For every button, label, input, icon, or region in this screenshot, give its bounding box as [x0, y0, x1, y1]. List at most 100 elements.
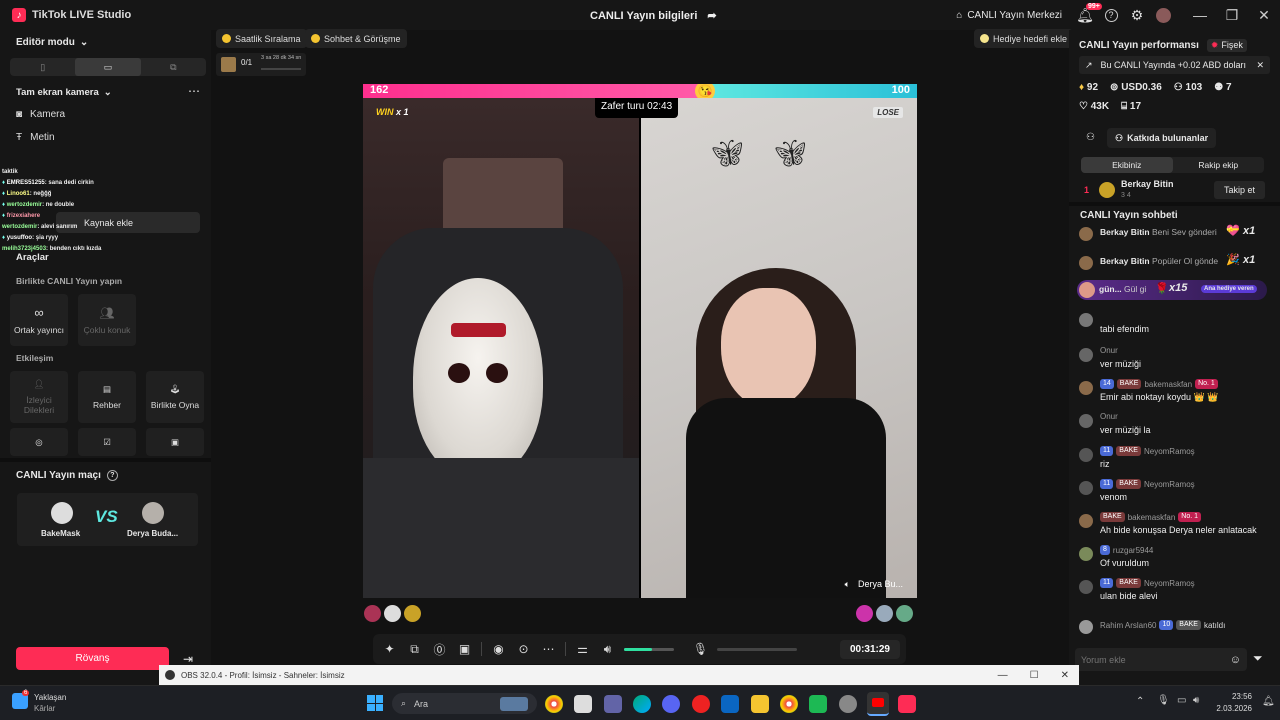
- ai-button[interactable]: ⓪: [427, 641, 452, 658]
- gifter-avatar[interactable]: [856, 605, 873, 622]
- obs-window-controls: — ☐ ✕: [998, 670, 1069, 681]
- speaker-volume-slider[interactable]: [624, 647, 674, 651]
- landscape-option[interactable]: ▭: [75, 58, 141, 76]
- gift-count: x15: [1169, 282, 1188, 294]
- speaker-button[interactable]: 🔊︎: [595, 642, 620, 657]
- profile-button[interactable]: [1150, 2, 1176, 28]
- settings-button[interactable]: ⚙: [1124, 2, 1150, 28]
- audio-settings-button[interactable]: ⚌: [570, 642, 595, 656]
- tool-tile-5[interactable]: ☑: [78, 428, 136, 456]
- follow-button[interactable]: Takip et: [1214, 181, 1266, 199]
- tab-your-team[interactable]: Ekibiniz: [1081, 157, 1173, 173]
- portrait-option[interactable]: ▯: [10, 58, 75, 76]
- chrome-profile-icon[interactable]: [780, 695, 798, 713]
- dual-option[interactable]: ⧉: [141, 58, 206, 76]
- record-button[interactable]: ◉: [486, 642, 511, 656]
- close-icon[interactable]: ✕: [1256, 60, 1264, 71]
- minimize-icon: —: [1193, 7, 1207, 23]
- taskbar-search[interactable]: ⌕ Ara: [392, 693, 537, 714]
- minimize-icon[interactable]: —: [998, 670, 1008, 681]
- gifter-avatar[interactable]: [384, 605, 401, 622]
- comment-input[interactable]: ☺: [1075, 648, 1247, 671]
- more-icon[interactable]: ⋯: [188, 84, 200, 98]
- obs-window-bar[interactable]: OBS 32.0.4 - Profil: İsimsiz - Sahneler:…: [159, 665, 1079, 685]
- camera-switch-button[interactable]: ⊙: [511, 642, 536, 656]
- windows-start-icon[interactable]: [367, 695, 383, 711]
- live-info-button[interactable]: CANLI Yayın bilgileri ➦: [590, 9, 717, 23]
- multi-guest-button[interactable]: 👥︎ Çoklu konuk: [78, 294, 136, 346]
- close-button[interactable]: ✕: [1248, 0, 1280, 30]
- live-center-button[interactable]: ⌂ CANLI Yayın Merkezi: [956, 10, 1062, 21]
- chat-text: tabi efendim: [1100, 324, 1150, 334]
- minimize-button[interactable]: —: [1184, 0, 1216, 30]
- source-text[interactable]: Ŧ Metin: [4, 126, 67, 148]
- microphone-tray-icon[interactable]: 🎙︎: [1157, 695, 1170, 706]
- notifications-icon[interactable]: 🔔︎: [1262, 696, 1275, 707]
- gifter-avatar[interactable]: [876, 605, 893, 622]
- gift-goal-chip[interactable]: Hediye hedefi ekle: [974, 29, 1074, 48]
- layout-button[interactable]: ⧉: [402, 642, 427, 657]
- scene-dropdown[interactable]: Tam ekran kamera ⌄: [16, 87, 112, 98]
- interaction-heading: Etkileşim: [16, 353, 54, 363]
- screen-button[interactable]: ▣: [452, 642, 477, 656]
- chat-meet-chip[interactable]: Sohbet & Görüşme: [305, 29, 407, 48]
- divider: [481, 642, 482, 656]
- goal-time: 3 sa 28 dk 34 sn: [261, 55, 302, 61]
- app-icon[interactable]: [809, 695, 827, 713]
- clock-time[interactable]: 23:56: [1220, 692, 1252, 701]
- filter-button[interactable]: ⏷: [1253, 651, 1263, 666]
- tray-chevron-icon[interactable]: ⌃: [1136, 696, 1144, 707]
- performance-header: CANLI Yayın performansı ✹ Fişek: [1079, 39, 1270, 52]
- folder-icon[interactable]: [751, 695, 769, 713]
- app-icon[interactable]: [839, 695, 857, 713]
- effects-button[interactable]: ✦: [377, 642, 402, 656]
- tiktok-studio-icon[interactable]: [898, 695, 916, 713]
- gifter-avatar[interactable]: [896, 605, 913, 622]
- speaker-icon[interactable]: 🔈︎: [845, 579, 850, 590]
- guide-button[interactable]: ▤ Rehber: [78, 371, 136, 423]
- tool-tile-6[interactable]: ▣: [146, 428, 204, 456]
- hourly-rank-chip[interactable]: Saatlik Sıralama: [216, 29, 307, 48]
- comment-field[interactable]: [1081, 654, 1221, 665]
- home-icon: ⌂: [956, 9, 963, 21]
- tab-rival-team[interactable]: Rakip ekip: [1173, 157, 1265, 173]
- gifter-avatar[interactable]: [364, 605, 381, 622]
- network-icon[interactable]: ▭: [1177, 695, 1186, 706]
- guest-name: Derya Bu...: [857, 579, 903, 589]
- source-camera[interactable]: ◙ Kamera: [4, 103, 77, 125]
- opera-icon[interactable]: [692, 695, 710, 713]
- notification-button[interactable]: 🔔︎ 99+: [1072, 2, 1102, 28]
- emoji-icon[interactable]: ☺: [1230, 654, 1241, 666]
- close-icon[interactable]: ✕: [1061, 670, 1069, 681]
- chat-user-line: 11 BAKE NeyomRamoş: [1100, 479, 1195, 489]
- info-icon[interactable]: ?: [106, 470, 118, 481]
- tool-tile-4[interactable]: ◎: [10, 428, 68, 456]
- co-host-button[interactable]: ∞ Ortak yayıncı: [10, 294, 68, 346]
- editor-mode-dropdown[interactable]: Editör modu ⌄: [16, 37, 88, 48]
- gifter-avatar[interactable]: [404, 605, 421, 622]
- start-tile: [367, 703, 375, 711]
- top-user-name: Berkay Bitin: [1121, 179, 1174, 189]
- contributors-button[interactable]: ⚇ Katkıda bulunanlar: [1107, 128, 1217, 148]
- youtube-icon[interactable]: [867, 692, 889, 716]
- teams-icon[interactable]: [604, 695, 622, 713]
- mail-icon[interactable]: [721, 695, 739, 713]
- viewer-requests-button[interactable]: 👤︎ İzleyici Dilekleri: [10, 371, 68, 423]
- volume-icon[interactable]: 🔊︎: [1193, 695, 1199, 706]
- discord-icon[interactable]: [662, 695, 680, 713]
- player2-name: Derya Buda...: [127, 529, 179, 538]
- play-together-button[interactable]: 🕹︎ Birlikte Oyna: [146, 371, 204, 423]
- clock-date[interactable]: 2.03.2026: [1210, 704, 1252, 713]
- help-button[interactable]: ?: [1098, 2, 1124, 28]
- firework-badge[interactable]: ✹ Fişek: [1206, 39, 1247, 52]
- goal-widget[interactable]: 0/1 3 sa 28 dk 34 sn: [216, 53, 306, 76]
- mic-button[interactable]: 🎙︎: [688, 642, 713, 656]
- chrome-icon[interactable]: [545, 695, 563, 713]
- mic-volume-slider[interactable]: [717, 647, 797, 651]
- edge-icon[interactable]: [633, 695, 651, 713]
- maximize-button[interactable]: ❐: [1216, 0, 1248, 30]
- rematch-button[interactable]: Rövanş: [16, 647, 169, 670]
- more-options-button[interactable]: ⋯: [536, 642, 561, 656]
- maximize-icon[interactable]: ☐: [1030, 670, 1039, 681]
- store-icon[interactable]: [574, 695, 592, 713]
